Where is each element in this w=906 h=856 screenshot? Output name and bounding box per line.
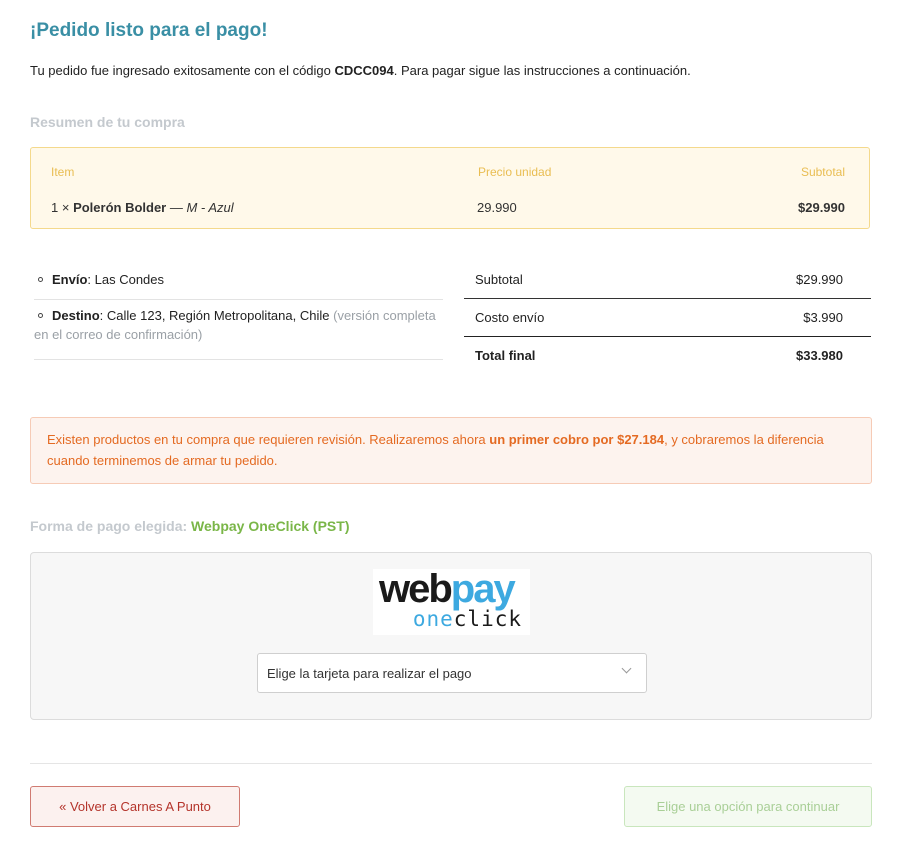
bullet-icon [38, 313, 43, 319]
column-header-unit-price: Precio unidad [478, 165, 552, 179]
order-code: CDCC094 [334, 63, 394, 78]
row-subtotal: $29.990 [798, 200, 845, 215]
card-select[interactable]: Elige la tarjeta para realizar el pago [257, 653, 647, 693]
divider [30, 763, 872, 764]
totals-row-subtotal: Subtotal $29.990 [464, 262, 871, 299]
payment-panel: webpay oneclick Elige la tarjeta para re… [30, 552, 872, 720]
bullet-icon [38, 277, 43, 283]
payment-method-heading: Forma de pago elegida: Webpay OneClick (… [30, 518, 350, 534]
order-summary-table: Item Precio unidad Subtotal 1 × Polerón … [30, 147, 870, 229]
column-header-item: Item [51, 165, 75, 179]
payment-method-name: Webpay OneClick (PST) [191, 518, 350, 534]
intro-text: Tu pedido fue ingresado exitosamente con… [30, 63, 691, 78]
product-name: Polerón Bolder [73, 200, 167, 215]
list-item-destino: Destino: Calle 123, Región Metropolitana… [34, 306, 443, 360]
summary-heading: Resumen de tu compra [30, 114, 185, 130]
list-item-envio: Envío: Las Condes [34, 270, 443, 300]
totals-row-shipping: Costo envío $3.990 [464, 300, 871, 337]
table-row: 1 × Polerón Bolder — M - Azul [51, 200, 234, 215]
product-variant: — M - Azul [169, 200, 234, 215]
page-title: ¡Pedido listo para el pago! [30, 20, 268, 41]
column-header-subtotal: Subtotal [800, 165, 845, 179]
totals-row-final: Total final $33.980 [475, 348, 843, 363]
unit-price: 29.990 [477, 200, 517, 215]
continue-button[interactable]: Elige una opción para continuar [624, 786, 872, 827]
back-button[interactable]: « Volver a Carnes A Punto [30, 786, 240, 827]
review-alert: Existen productos en tu compra que requi… [30, 417, 872, 484]
webpay-oneclick-logo: webpay oneclick [373, 567, 530, 635]
chevron-down-icon [621, 663, 632, 674]
